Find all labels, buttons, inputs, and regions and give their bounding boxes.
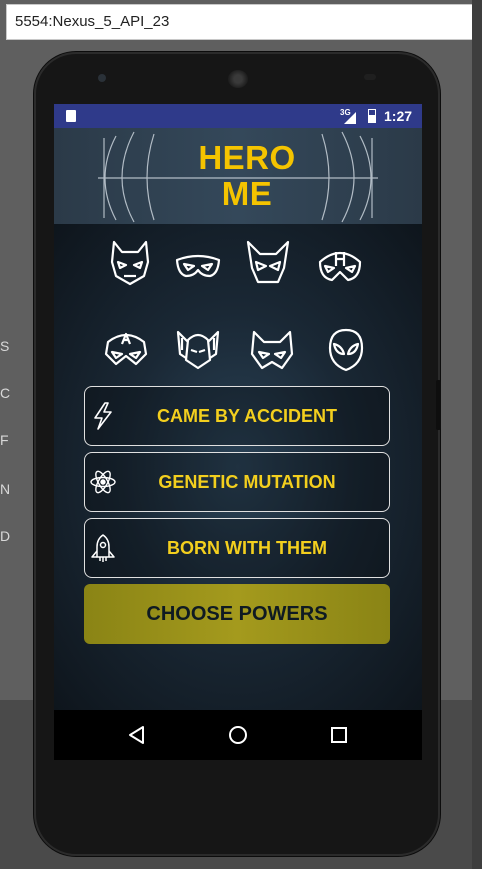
emulator-title-bar[interactable]: 5554:Nexus_5_API_23	[6, 4, 474, 40]
app-header: HERO ME	[54, 128, 422, 224]
window-title: 5554:Nexus_5_API_23	[15, 13, 170, 30]
background-text: N	[0, 481, 11, 497]
background-text: C	[0, 385, 11, 401]
front-camera	[98, 74, 106, 82]
volume-button[interactable]	[436, 380, 441, 430]
batman-icon[interactable]	[106, 238, 154, 286]
option-label: CAME BY ACCIDENT	[156, 405, 337, 426]
hawkeye-icon[interactable]	[316, 242, 364, 290]
clock: 1:27	[384, 108, 413, 124]
sd-card-icon	[66, 110, 76, 122]
option-label: GENETIC MUTATION	[158, 471, 336, 492]
app-title: HERO ME	[182, 140, 312, 212]
born-with-them-button[interactable]: BORN WITH THEM	[84, 518, 390, 578]
navigation-bar	[54, 710, 422, 760]
app-title-line2: ME	[221, 175, 273, 212]
recents-icon[interactable]	[326, 722, 352, 748]
app-title-line1: HERO	[198, 139, 296, 176]
captain-america-icon[interactable]	[102, 324, 150, 372]
came-by-accident-button[interactable]: CAME BY ACCIDENT	[84, 386, 390, 446]
thor-icon[interactable]	[174, 324, 222, 372]
phone-screen: 3G 1:27 HERO ME CAME BY ACCIDENT GENETIC…	[54, 104, 422, 760]
wolverine-icon[interactable]	[244, 238, 292, 286]
choose-powers-button[interactable]: CHOOSE POWERS	[84, 584, 390, 644]
background-text: S	[0, 338, 10, 354]
back-icon[interactable]	[124, 722, 150, 748]
robin-icon[interactable]	[174, 242, 222, 290]
content-area: CAME BY ACCIDENT GENETIC MUTATION BORN W…	[54, 224, 422, 710]
genetic-mutation-button[interactable]: GENETIC MUTATION	[84, 452, 390, 512]
earpiece-speaker	[228, 70, 248, 88]
background-text: D	[0, 528, 11, 544]
window-edge	[472, 0, 482, 869]
catwoman-icon[interactable]	[248, 328, 296, 376]
signal-icon	[344, 112, 356, 124]
spiderman-icon[interactable]	[322, 326, 370, 374]
status-bar: 3G 1:27	[54, 104, 422, 128]
background-text: F	[0, 432, 9, 448]
home-icon[interactable]	[225, 722, 251, 748]
battery-icon	[368, 109, 376, 123]
option-label: BORN WITH THEM	[167, 537, 327, 558]
proximity-sensor	[364, 74, 376, 80]
